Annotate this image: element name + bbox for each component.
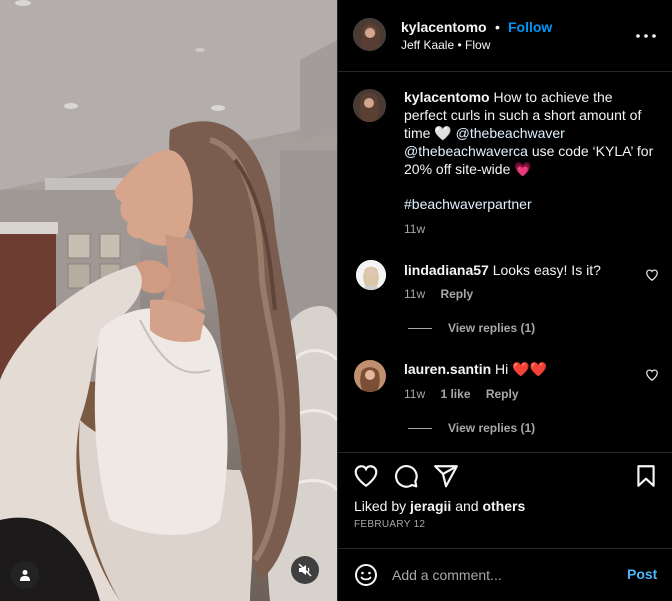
commenter-avatar[interactable] (356, 260, 386, 290)
comment-meta: 11w 1 like Reply (404, 387, 531, 401)
share-paper-plane-icon[interactable] (433, 463, 459, 489)
audio-track-link[interactable]: Jeff Kaale • Flow (401, 38, 490, 52)
user-icon (20, 570, 30, 581)
tagged-users-button[interactable] (11, 561, 39, 589)
post-actions-bar: Liked by jeragii and others FEBRUARY 12 (338, 452, 672, 548)
comment-text: Looks easy! Is it? (492, 262, 601, 278)
profile-avatar-icon (353, 89, 386, 122)
more-options-icon (636, 34, 656, 38)
comment-meta: 11w Reply (404, 287, 485, 301)
view-replies-label[interactable]: View replies (1) (448, 321, 535, 335)
author-avatar[interactable] (353, 18, 386, 51)
caption-timestamp[interactable]: 11w (404, 222, 425, 236)
profile-avatar-icon (356, 260, 386, 290)
profile-avatar-icon (354, 360, 386, 392)
like-heart-icon[interactable] (353, 463, 379, 489)
liked-by-summary: Liked by jeragii and others (354, 498, 525, 514)
comment-bubble-icon[interactable] (393, 463, 419, 489)
reply-button[interactable]: Reply (486, 387, 519, 401)
liked-by-user[interactable]: jeragii (410, 498, 451, 514)
view-replies-label[interactable]: View replies (1) (448, 421, 535, 435)
author-username[interactable]: kylacentomo (401, 19, 487, 35)
replies-divider-line (408, 328, 432, 330)
separator-dot: • (495, 19, 500, 35)
comment-text: Hi ❤️❤️ (495, 361, 548, 377)
mention-thebeachwaver[interactable]: @thebeachwaver (456, 125, 565, 141)
white-heart-emoji: 🤍 (434, 125, 452, 141)
comment-username[interactable]: lauren.santin (404, 361, 491, 377)
comments-list[interactable]: kylacentomo How to achieve the perfect c… (338, 72, 672, 452)
caption-author-avatar[interactable] (353, 89, 386, 122)
commenter-avatar[interactable] (354, 360, 386, 392)
mention-thebeachwaverca[interactable]: @thebeachwaverca (404, 143, 528, 159)
like-comment-heart-icon[interactable] (645, 368, 659, 382)
replies-divider-line (408, 428, 432, 430)
view-replies-button[interactable]: View replies (1) (408, 321, 535, 335)
add-comment-input[interactable] (392, 563, 612, 587)
follow-button[interactable]: Follow (508, 19, 552, 35)
post-side-panel: kylacentomo • Follow Jeff Kaale • Flow k… (337, 0, 672, 601)
post-comment-button[interactable]: Post (627, 566, 657, 582)
liked-by-prefix: Liked by (354, 498, 407, 514)
mute-button[interactable] (291, 556, 319, 584)
post-header: kylacentomo • Follow Jeff Kaale • Flow (338, 0, 672, 72)
comment-composer: Post (338, 548, 672, 601)
view-replies-button[interactable]: View replies (1) (408, 421, 535, 435)
comment-time[interactable]: 11w (404, 387, 425, 401)
profile-avatar-icon (354, 19, 385, 50)
speaker-muted-icon (298, 563, 312, 577)
comment-username[interactable]: lindadiana57 (404, 262, 489, 278)
pink-heart-emoji: 💗 (514, 161, 532, 177)
video-frame-illustration (0, 0, 337, 601)
comment-likes-count[interactable]: 1 like (440, 387, 470, 401)
reply-button[interactable]: Reply (440, 287, 473, 301)
post-date[interactable]: FEBRUARY 12 (354, 519, 425, 530)
reel-video[interactable] (0, 0, 337, 601)
liked-by-and: and (455, 498, 479, 514)
comment-body: lindadiana57 Looks easy! Is it? (404, 262, 601, 278)
like-comment-heart-icon[interactable] (645, 268, 659, 282)
emoji-icon[interactable] (354, 563, 378, 587)
caption-username[interactable]: kylacentomo (404, 89, 490, 105)
comment-time[interactable]: 11w (404, 287, 425, 301)
comment-body: lauren.santin Hi ❤️❤️ (404, 361, 547, 378)
save-bookmark-icon[interactable] (633, 463, 659, 489)
more-options-button[interactable] (634, 24, 658, 48)
post-caption: kylacentomo How to achieve the perfect c… (404, 88, 654, 178)
liked-by-others-link[interactable]: others (482, 498, 525, 514)
hashtag-link[interactable]: #beachwaverpartner (404, 196, 532, 212)
